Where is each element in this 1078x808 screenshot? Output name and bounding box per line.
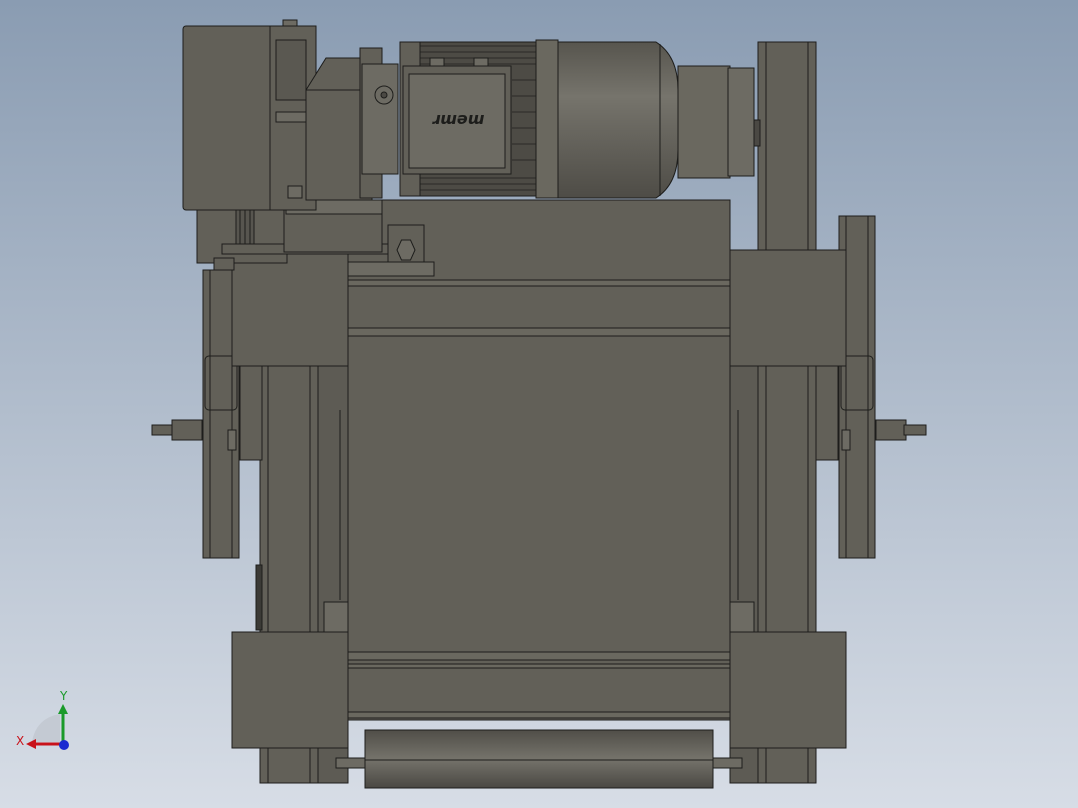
triad-y-label: Y — [59, 689, 68, 703]
triad-x-label: X — [16, 734, 24, 748]
bottom-roller — [364, 729, 714, 789]
triad-z-axis-icon — [59, 740, 69, 750]
motor-collar — [535, 39, 559, 199]
lower-left-bearing-block — [231, 631, 349, 749]
main-housing — [347, 199, 731, 721]
right-axle-stub — [903, 424, 927, 436]
right-axle-collar — [875, 419, 907, 441]
right-guide — [815, 359, 839, 461]
left-axle-stub — [151, 424, 175, 436]
motor-end-cap — [727, 67, 755, 177]
left-guide — [239, 359, 263, 461]
cad-viewport[interactable]: ɹɯəɯ Y X — [0, 0, 1078, 808]
cad-drawing: ɹɯəɯ Y X — [0, 0, 1078, 808]
motor-brand-label: ɹɯəɯ — [432, 109, 485, 128]
lower-right-bearing-block — [729, 631, 847, 749]
upper-left-bearing-block — [231, 249, 349, 367]
motor-fan-cover — [677, 65, 731, 179]
upper-right-bearing-block — [729, 249, 847, 367]
left-axle-collar — [171, 419, 203, 441]
control-cabinet — [182, 25, 276, 211]
hex-bolt-icon — [396, 239, 416, 261]
housing-strip-upper — [347, 279, 731, 287]
housing-strip-lower — [347, 651, 731, 661]
housing-strip-middle — [347, 327, 731, 337]
